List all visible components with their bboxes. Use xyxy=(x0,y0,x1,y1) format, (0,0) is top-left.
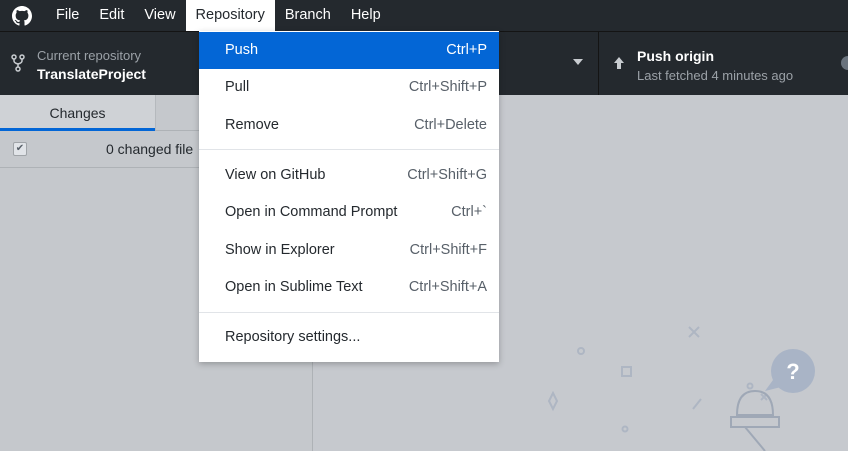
menu-item-shortcut: Ctrl+Shift+G xyxy=(407,167,487,183)
menu-item-push[interactable]: Push Ctrl+P xyxy=(199,32,499,69)
current-repository-button[interactable]: Current repository TranslateProject xyxy=(0,32,200,95)
repo-caption: Current repository xyxy=(37,48,142,63)
menu-item-shortcut: Ctrl+` xyxy=(451,204,487,220)
svg-text:?: ? xyxy=(786,359,799,384)
menu-item-view-on-github[interactable]: View on GitHub Ctrl+Shift+G xyxy=(199,157,499,194)
menu-bar: File Edit View Repository Branch Help xyxy=(0,0,848,31)
menu-item-label: Show in Explorer xyxy=(225,242,335,258)
tab-changes[interactable]: Changes xyxy=(0,95,155,131)
menu-item-repository-settings[interactable]: Repository settings... xyxy=(199,319,499,356)
repo-name: TranslateProject xyxy=(37,66,146,82)
menu-file[interactable]: File xyxy=(46,0,89,31)
changed-files-count: 0 changed file xyxy=(106,141,194,157)
arrow-up-icon xyxy=(613,56,625,75)
branch-dropdown-caret-icon[interactable] xyxy=(573,59,583,65)
push-subtitle: Last fetched 4 minutes ago xyxy=(637,68,794,83)
repository-menu: Push Ctrl+P Pull Ctrl+Shift+P Remove Ctr… xyxy=(199,31,499,362)
menu-item-label: Remove xyxy=(225,117,279,133)
menu-item-label: Push xyxy=(225,42,259,58)
menu-item-open-command-prompt[interactable]: Open in Command Prompt Ctrl+` xyxy=(199,194,499,231)
menu-item-shortcut: Ctrl+Shift+P xyxy=(408,79,487,95)
select-all-checkbox[interactable]: ✔ xyxy=(13,142,27,156)
menu-item-show-in-explorer[interactable]: Show in Explorer Ctrl+Shift+F xyxy=(199,232,499,269)
menu-item-label: Pull xyxy=(225,79,250,95)
menu-repository[interactable]: Repository xyxy=(185,0,275,31)
menu-item-shortcut: Ctrl+P xyxy=(446,42,487,58)
menu-item-label: Repository settings... xyxy=(225,329,361,345)
menu-item-shortcut: Ctrl+Shift+A xyxy=(408,279,487,295)
push-origin-button[interactable]: Push origin Last fetched 4 minutes ago xyxy=(599,32,848,95)
menu-item-shortcut: Ctrl+Delete xyxy=(414,117,487,133)
menu-item-open-sublime-text[interactable]: Open in Sublime Text Ctrl+Shift+A xyxy=(199,269,499,306)
menu-item-label: Open in Command Prompt xyxy=(225,204,398,220)
menu-help[interactable]: Help xyxy=(341,0,391,31)
menu-item-remove[interactable]: Remove Ctrl+Delete xyxy=(199,107,499,144)
menu-view[interactable]: View xyxy=(134,0,185,31)
menu-item-pull[interactable]: Pull Ctrl+Shift+P xyxy=(199,69,499,106)
menu-edit[interactable]: Edit xyxy=(89,0,134,31)
push-title: Push origin xyxy=(637,48,714,64)
tab-divider xyxy=(155,95,156,131)
menu-item-label: Open in Sublime Text xyxy=(225,279,363,295)
menu-branch[interactable]: Branch xyxy=(275,0,341,31)
progress-indicator xyxy=(841,56,848,70)
repo-fork-icon xyxy=(11,54,25,77)
menu-item-label: View on GitHub xyxy=(225,167,326,183)
menu-item-shortcut: Ctrl+Shift+F xyxy=(409,242,487,258)
github-logo-icon[interactable] xyxy=(0,0,44,31)
menu-separator xyxy=(199,149,499,150)
menu-separator xyxy=(199,312,499,313)
